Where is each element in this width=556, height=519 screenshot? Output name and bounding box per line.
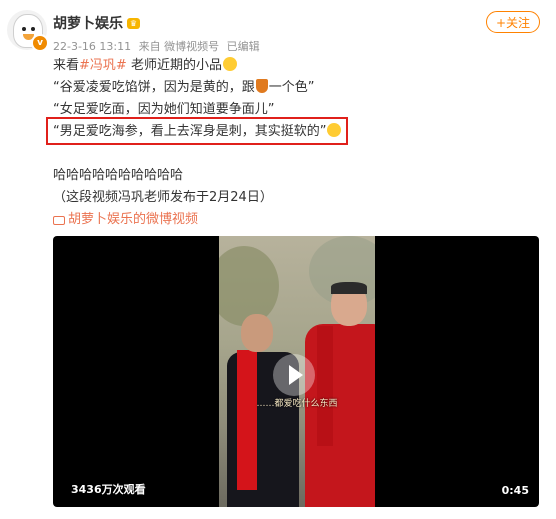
gold-medal-icon [255, 79, 268, 93]
video-source-link[interactable]: 胡萝卜娱乐的微博视频 [53, 209, 341, 231]
post-date[interactable]: 22-3-16 13:11 [53, 40, 131, 53]
video-subtitle: ……都爱吃什么东西 [256, 399, 338, 409]
laugh-emoji-icon [222, 57, 237, 71]
verified-icon: v [31, 34, 49, 52]
edited-label[interactable]: 已编辑 [227, 40, 260, 53]
text-line-5: 哈哈哈哈哈哈哈哈哈哈 [53, 168, 184, 183]
author-name[interactable]: 胡萝卜娱乐 [53, 13, 123, 33]
author-avatar[interactable]: v [7, 10, 49, 52]
text-line-2: “谷爱凌爱吃馅饼，因为是黄的，跟 一个色” [53, 77, 341, 99]
video-player[interactable]: ……都爱吃什么东西 3436万次观看 0:45 [53, 236, 539, 507]
person-left [227, 314, 299, 507]
line-2-suffix: 一个色” [268, 80, 315, 95]
text-line-1: 来看#冯巩# 老师近期的小品 [53, 55, 341, 77]
text-line-6: （这段视频冯巩老师发布于2月24日） [53, 190, 273, 205]
video-duration: 0:45 [501, 484, 529, 497]
author-name-row[interactable]: 胡萝卜娱乐 ♛ [53, 13, 140, 33]
play-button-icon[interactable] [273, 354, 315, 396]
line-2-prefix: “谷爱凌爱吃馅饼，因为是黄的，跟 [53, 80, 255, 95]
follow-button[interactable]: +关注 [486, 11, 540, 33]
crown-icon: ♛ [127, 17, 140, 29]
view-count: 3436万次观看 [71, 483, 146, 496]
line-1-prefix: 来看 [53, 58, 80, 73]
line-1-suffix: 老师近期的小品 [126, 58, 222, 73]
video-source-label[interactable]: 胡萝卜娱乐的微博视频 [68, 209, 198, 231]
highlight-box [46, 117, 348, 145]
post-meta: 22-3-16 13:11 来自 微博视频号 已编辑 [53, 38, 264, 54]
topic-link[interactable]: #冯巩# [79, 58, 127, 73]
post-source: 来自 微博视频号 [138, 40, 220, 53]
video-camera-icon [53, 215, 65, 225]
